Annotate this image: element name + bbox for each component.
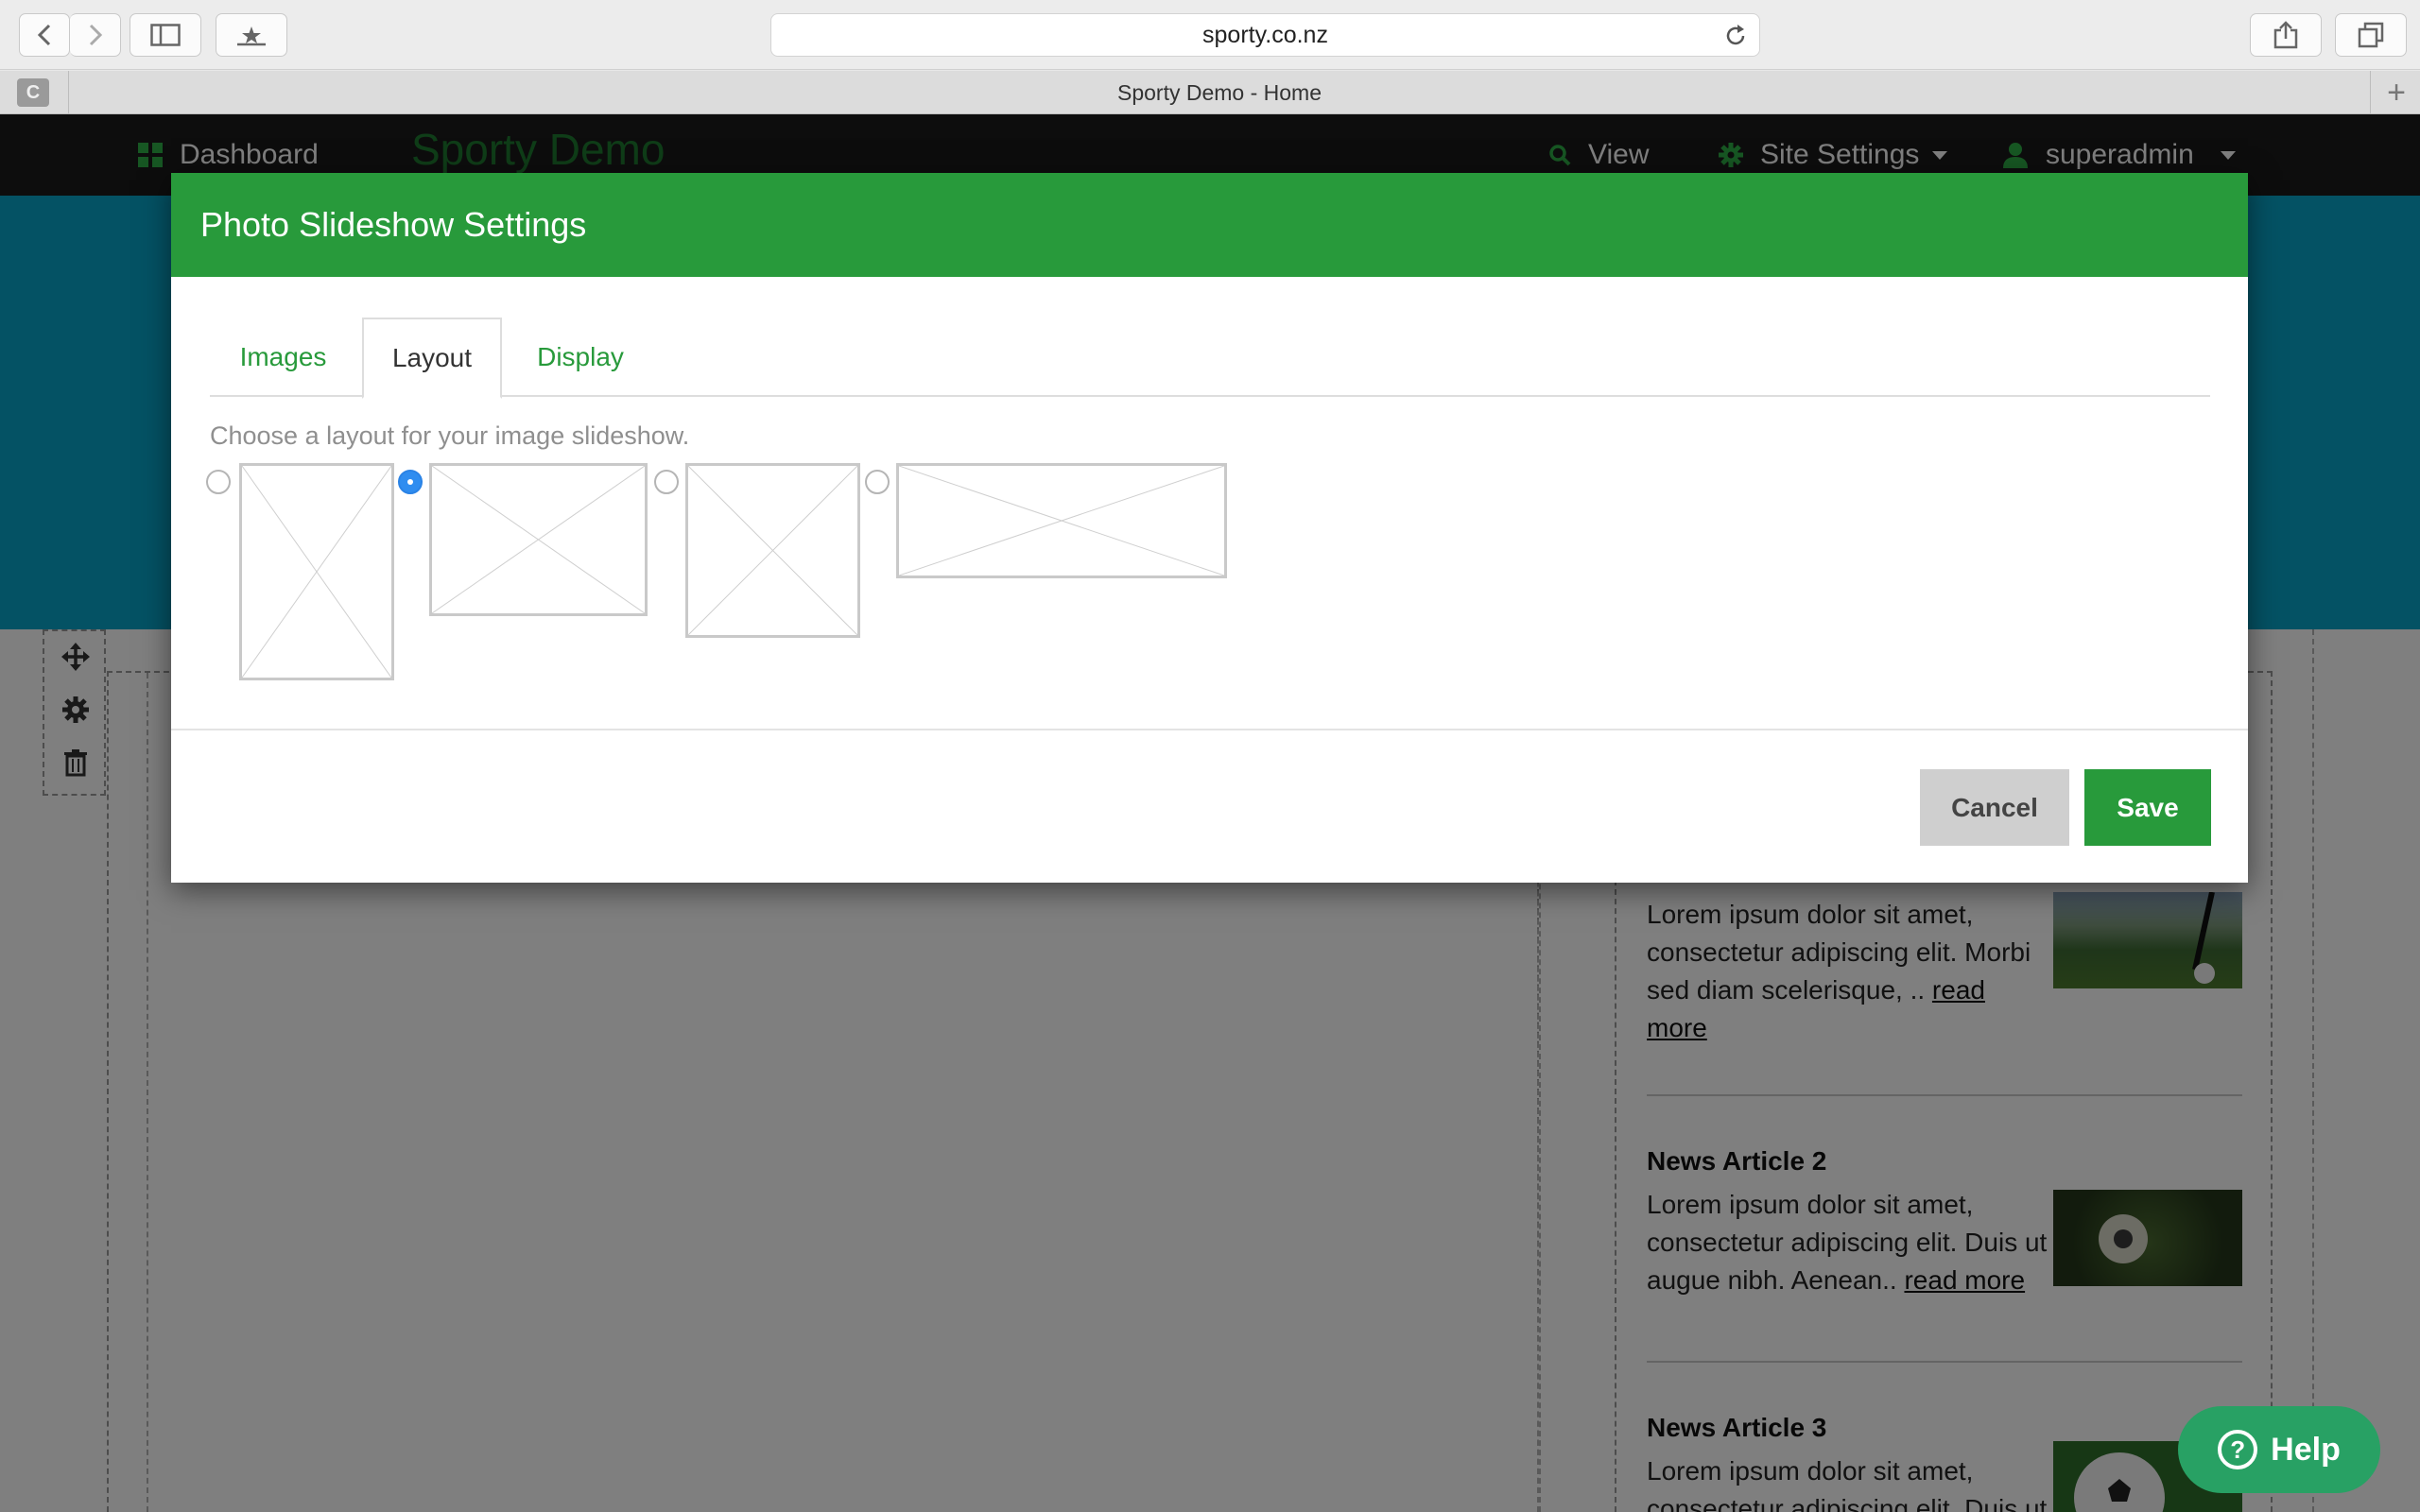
bookmark-star-icon xyxy=(237,26,266,46)
modal-tabs: Images Layout Display xyxy=(210,318,2210,399)
layout-radio-portrait[interactable] xyxy=(206,470,231,494)
tabs-icon xyxy=(2358,22,2384,48)
placeholder-image-icon xyxy=(432,466,645,613)
share-icon xyxy=(2273,21,2298,49)
browser-toolbar: sporty.co.nz xyxy=(0,0,2420,70)
share-button[interactable] xyxy=(2250,13,2322,57)
sidebar-button[interactable] xyxy=(130,13,201,57)
placeholder-image-icon xyxy=(242,466,391,678)
layout-option-wide[interactable] xyxy=(896,463,1227,578)
sidebar-icon xyxy=(150,24,181,46)
tabs-overview-button[interactable] xyxy=(2335,13,2407,57)
layout-radio-square[interactable] xyxy=(654,470,679,494)
help-button[interactable]: ? Help xyxy=(2178,1406,2380,1493)
active-browser-tab[interactable]: Sporty Demo - Home xyxy=(68,71,2371,114)
chevron-left-icon xyxy=(37,24,51,46)
photo-slideshow-settings-modal: Photo Slideshow Settings Images Layout D… xyxy=(171,173,2248,883)
pinned-tab-favicon[interactable]: C xyxy=(17,78,49,107)
question-icon: ? xyxy=(2218,1430,2258,1469)
layout-option-portrait[interactable] xyxy=(239,463,394,680)
back-button[interactable] xyxy=(19,13,70,57)
layout-radio-landscape[interactable] xyxy=(398,470,423,494)
url-text: sporty.co.nz xyxy=(1202,21,1328,48)
browser-tab-bar: C Sporty Demo - Home + xyxy=(0,71,2420,114)
modal-header: Photo Slideshow Settings xyxy=(171,173,2248,277)
forward-button[interactable] xyxy=(70,13,121,57)
tab-title: Sporty Demo - Home xyxy=(1116,79,1322,105)
modal-footer-divider xyxy=(171,729,2248,730)
help-label: Help xyxy=(2271,1431,2341,1468)
tab-layout[interactable]: Layout xyxy=(362,318,502,399)
layout-option-landscape[interactable] xyxy=(429,463,648,616)
bookmarks-button[interactable] xyxy=(216,13,287,57)
reload-icon[interactable] xyxy=(1723,24,1748,55)
layout-radio-wide[interactable] xyxy=(865,470,890,494)
tab-display[interactable]: Display xyxy=(505,318,656,397)
placeholder-image-icon xyxy=(688,466,857,635)
new-tab-button[interactable]: + xyxy=(2373,71,2420,114)
save-button[interactable]: Save xyxy=(2084,769,2211,846)
tab-images[interactable]: Images xyxy=(210,318,356,397)
cancel-button[interactable]: Cancel xyxy=(1920,769,2069,846)
address-bar[interactable]: sporty.co.nz xyxy=(770,13,1760,57)
layout-hint: Choose a layout for your image slideshow… xyxy=(210,421,690,450)
placeholder-image-icon xyxy=(899,466,1224,576)
chevron-right-icon xyxy=(89,24,102,46)
modal-title: Photo Slideshow Settings xyxy=(200,205,587,244)
layout-option-square[interactable] xyxy=(685,463,860,638)
